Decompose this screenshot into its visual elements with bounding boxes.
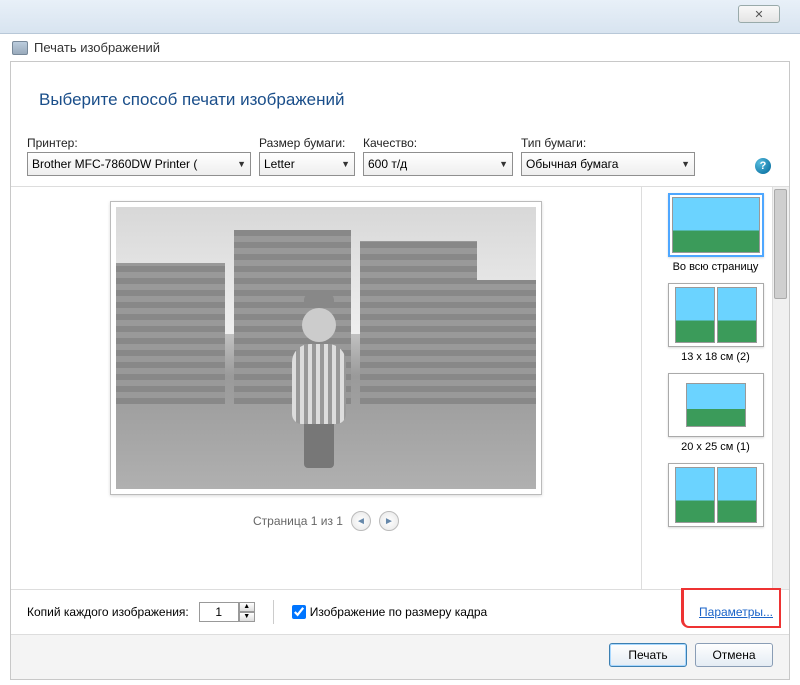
chevron-down-icon: ▼ [237,159,246,169]
next-page-button[interactable]: ► [379,511,399,531]
copies-label: Копий каждого изображения: [27,605,189,619]
chevron-down-icon: ▼ [341,159,350,169]
title-bar: ✕ [0,0,800,34]
options-row: Принтер: Brother MFC-7860DW Printer ( ▼ … [11,136,789,182]
layout-label: 13 x 18 см (2) [644,351,787,363]
fit-to-frame-checkbox[interactable]: Изображение по размеру кадра [292,605,487,619]
layout-next[interactable] [644,463,787,527]
printer-label: Принтер: [27,136,251,150]
dialog-body: Выберите способ печати изображений Принт… [10,61,790,680]
layout-13x18[interactable]: 13 x 18 см (2) [644,283,787,363]
preview-photo [116,207,536,489]
fit-label: Изображение по размеру кадра [310,605,487,619]
fit-checkbox-input[interactable] [292,605,306,619]
bottom-row: Копий каждого изображения: ▲▼ Изображени… [11,589,789,634]
spin-up-icon[interactable]: ▲ [239,602,255,612]
spin-down-icon[interactable]: ▼ [239,612,255,622]
layout-label: Во всю страницу [644,261,787,273]
instruction-heading: Выберите способ печати изображений [11,62,789,136]
layouts-column: Во всю страницу 13 x 18 см (2) 20 x 25 с… [641,187,789,589]
quality-select[interactable]: 600 т/д▼ [363,152,513,176]
layout-full-page[interactable]: Во всю страницу [644,193,787,273]
separator [273,600,274,624]
layout-20x25[interactable]: 20 x 25 см (1) [644,373,787,453]
prev-page-button[interactable]: ◄ [351,511,371,531]
paper-size-label: Размер бумаги: [259,136,355,150]
preview-column: Страница 1 из 1 ◄ ► [11,187,641,589]
window-title-row: Печать изображений [0,34,800,61]
preview-frame [110,201,542,495]
quality-label: Качество: [363,136,513,150]
printer-select[interactable]: Brother MFC-7860DW Printer ( ▼ [27,152,251,176]
paper-type-select[interactable]: Обычная бумага▼ [521,152,695,176]
chevron-down-icon: ▼ [499,159,508,169]
window-close-button[interactable]: ✕ [738,5,780,23]
print-button[interactable]: Печать [609,643,687,667]
layout-label: 20 x 25 см (1) [644,441,787,453]
paper-size-select[interactable]: Letter▼ [259,152,355,176]
scrollbar-thumb[interactable] [774,189,787,299]
action-row: Печать Отмена [11,634,789,679]
layouts-scrollbar[interactable] [772,187,789,589]
copies-spinner[interactable]: ▲▼ [199,602,255,622]
paper-type-label: Тип бумаги: [521,136,695,150]
parameters-link[interactable]: Параметры... [699,605,773,619]
window-title-text: Печать изображений [34,40,160,55]
printer-icon [12,41,28,55]
main-area: Страница 1 из 1 ◄ ► Во всю страницу 13 x… [11,187,789,589]
pager: Страница 1 из 1 ◄ ► [253,511,399,531]
chevron-down-icon: ▼ [681,159,690,169]
cancel-button[interactable]: Отмена [695,643,773,667]
help-icon[interactable]: ? [755,158,771,174]
pager-label: Страница 1 из 1 [253,514,343,528]
copies-input[interactable] [199,602,239,622]
